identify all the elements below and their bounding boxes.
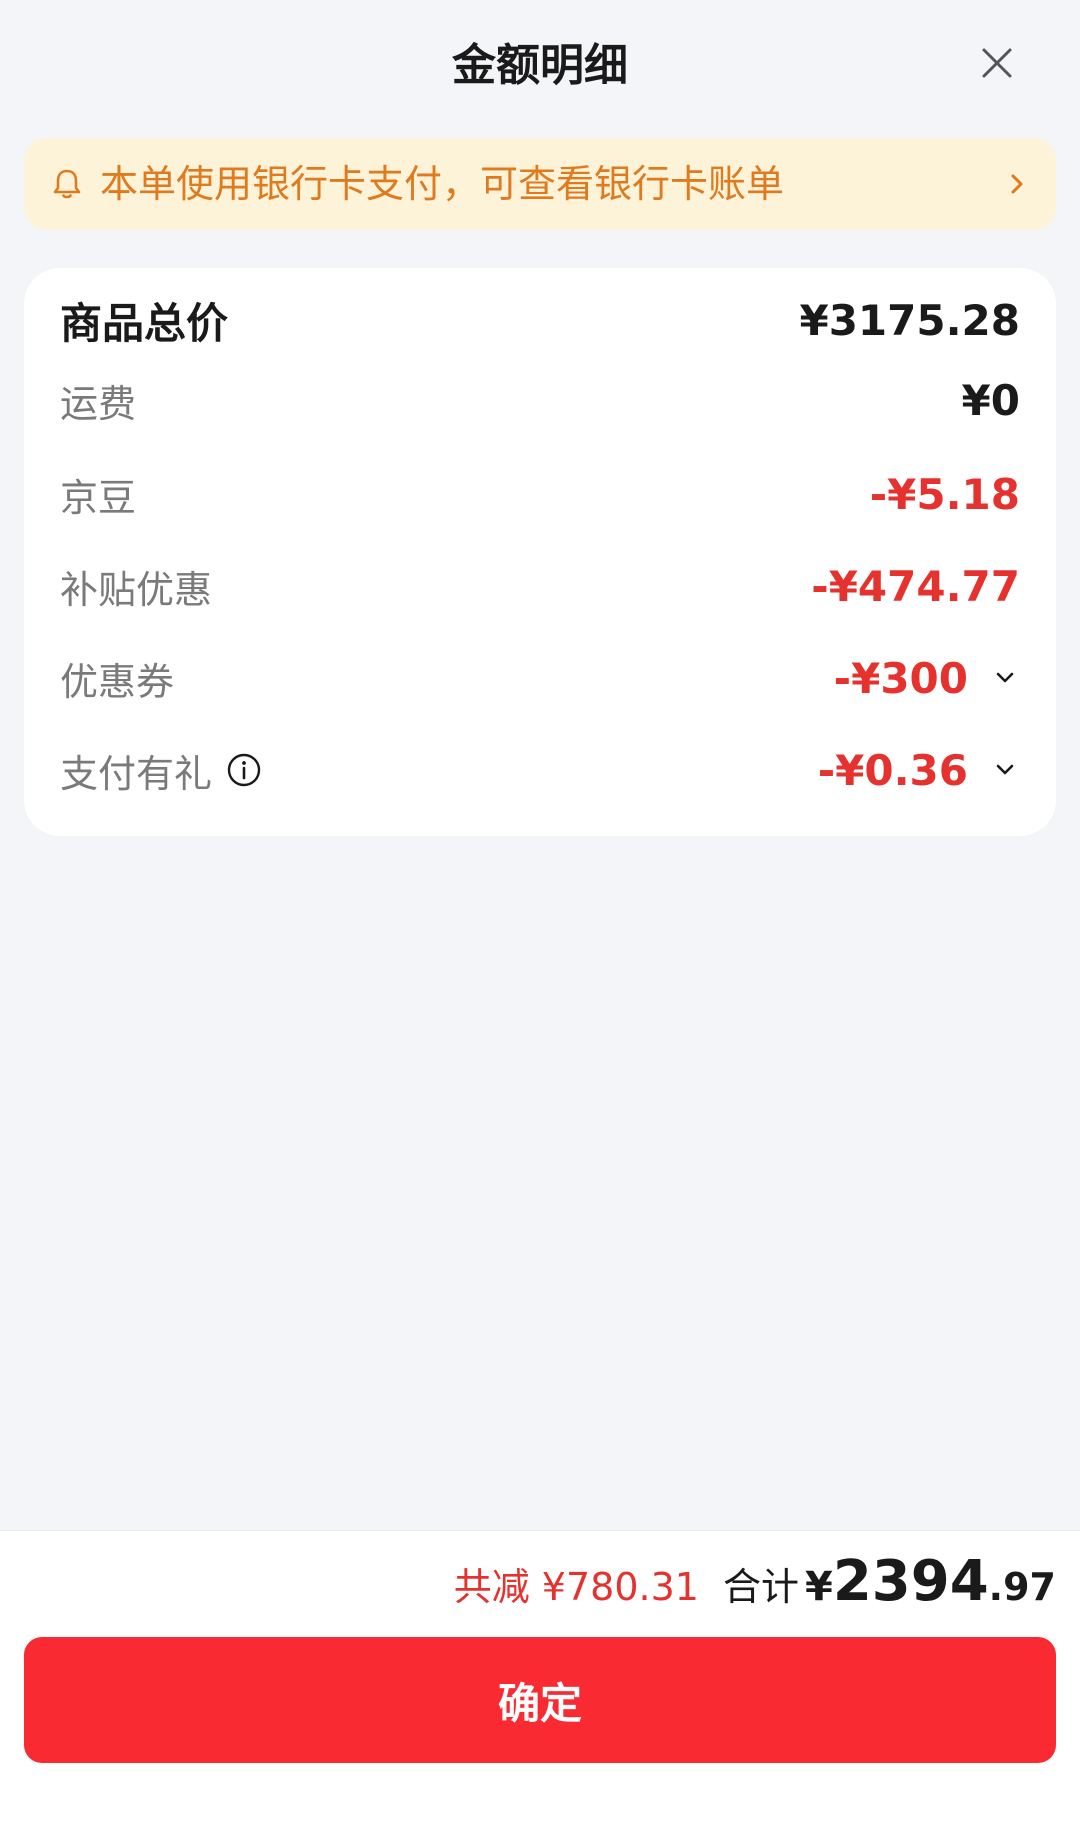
close-icon [982,48,1012,78]
row-coupon[interactable]: 优惠券 -¥300 [60,646,1020,710]
row-goods-total: 商品总价 ¥3175.28 [60,288,1020,352]
coupon-value: -¥300 [833,653,968,703]
footer-bar: 共减 ¥780.31 合计 ¥ 2394 .97 确定 [0,1530,1080,1837]
subsidy-value: -¥474.77 [811,561,1020,611]
coupon-label: 优惠券 [60,659,175,704]
sheet-header: 金额明细 [0,0,1080,130]
goods-total-value: ¥3175.28 [799,295,1020,345]
total-currency: ¥ [804,1564,833,1610]
bank-card-notice-banner[interactable]: 本单使用银行卡支付，可查看银行卡账单 [24,138,1056,230]
total-decimal: .97 [988,1565,1056,1609]
amount-detail-sheet: 金额明细 本单使用银行卡支付，可查看银行卡账单 商品总价 ¥3175.28 运费… [0,0,1080,1837]
payment-gift-label-group: 支付有礼 [60,743,262,798]
page-title: 金额明细 [452,40,628,91]
payment-gift-label: 支付有礼 [60,751,213,796]
payment-gift-value-group: -¥0.36 [818,746,1020,795]
row-payment-gift[interactable]: 支付有礼 -¥0.36 [60,738,1020,802]
notice-text: 本单使用银行卡支付，可查看银行卡账单 [100,162,785,206]
total-reduced-text: 共减 ¥780.31 [453,1565,699,1609]
jingdou-label: 京豆 [60,475,137,520]
payment-gift-value: -¥0.36 [817,745,968,795]
info-icon[interactable] [226,752,262,788]
shipping-label: 运费 [60,381,137,426]
coupon-value-group: -¥300 [834,654,1020,703]
amount-breakdown-card: 商品总价 ¥3175.28 运费 ¥0 京豆 -¥5.18 补贴优惠 -¥474… [24,268,1056,836]
goods-total-label: 商品总价 [60,298,229,348]
price-summary: 共减 ¥780.31 合计 ¥ 2394 .97 [454,1549,1056,1629]
subsidy-label: 补贴优惠 [60,567,213,612]
total-label: 合计 [722,1565,799,1609]
total-integer: 2394 [832,1549,989,1614]
close-button[interactable] [972,38,1022,88]
row-shipping: 运费 ¥0 [60,368,1020,432]
row-jingdou: 京豆 -¥5.18 [60,462,1020,526]
chevron-down-icon[interactable] [990,755,1020,785]
chevron-down-icon[interactable] [990,663,1020,693]
shipping-value: ¥0 [961,375,1020,425]
chevron-right-icon [1011,174,1023,194]
jingdou-value: -¥5.18 [869,469,1020,519]
bell-icon [53,169,81,199]
row-subsidy: 补贴优惠 -¥474.77 [60,554,1020,618]
confirm-button[interactable]: 确定 [24,1637,1056,1763]
